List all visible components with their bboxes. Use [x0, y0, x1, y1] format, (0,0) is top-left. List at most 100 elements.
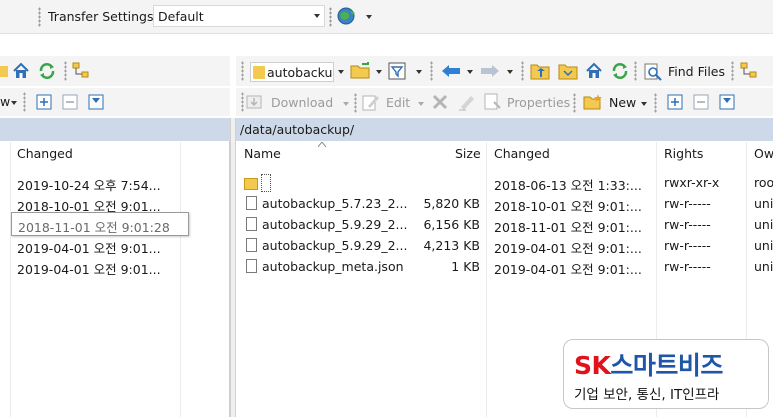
new-icon[interactable]	[583, 93, 603, 111]
row-name: autobackup_meta.json	[262, 259, 404, 274]
plus-box-icon[interactable]	[667, 94, 683, 110]
remote-column-name[interactable]: Name	[244, 146, 281, 168]
watermark-brand-sk: SK	[574, 351, 611, 380]
remote-column-size[interactable]: Size	[455, 146, 481, 168]
download-icon[interactable]	[246, 93, 266, 111]
transfer-settings-select[interactable]: Default	[153, 5, 325, 27]
tree-icon[interactable]	[72, 62, 90, 80]
delete-icon[interactable]	[432, 94, 448, 110]
transfer-settings-value: Default	[158, 9, 204, 24]
row-changed: 2018-06-13 오전 1:33:...	[494, 178, 642, 193]
file-icon	[246, 259, 257, 273]
home-icon[interactable]	[12, 62, 30, 80]
row-owner: uni	[754, 196, 773, 211]
parent-dir-icon[interactable]	[530, 62, 550, 80]
find-files-button[interactable]: Find Files	[668, 64, 725, 79]
open-folder-icon[interactable]	[350, 62, 372, 80]
select-filter-icon[interactable]	[719, 94, 735, 110]
edit-button[interactable]: Edit	[386, 95, 410, 110]
toolbar-grip[interactable]	[329, 7, 332, 27]
row-rights: rw-r-----	[664, 196, 711, 211]
chevron-down-icon[interactable]	[641, 102, 647, 106]
back-arrow-icon[interactable]	[441, 64, 461, 78]
left-panel-toolbar	[0, 56, 230, 86]
row-changed: 2018-10-01 오전 9:01:...	[494, 199, 642, 214]
globe-icon[interactable]	[336, 6, 358, 26]
root-dir-icon[interactable]	[558, 62, 578, 80]
remote-path-label: /data/autobackup/	[240, 122, 355, 137]
chevron-down-icon[interactable]	[343, 102, 349, 106]
row-owner: uni	[754, 217, 773, 232]
row-rights: rwxr-xr-x	[664, 175, 720, 190]
remote-path-select[interactable]: autobacku	[250, 62, 334, 82]
download-button[interactable]: Download	[271, 95, 333, 110]
date-tooltip: 2018-11-01 오전 9:01:28	[11, 212, 189, 236]
sk-smartbiz-watermark: SK스마트비즈 기업 보안, 통신, IT인프라	[563, 339, 769, 409]
panel-gap	[0, 35, 773, 56]
rename-icon[interactable]	[458, 93, 476, 111]
chevron-down-icon[interactable]	[418, 102, 424, 106]
forward-arrow-icon[interactable]	[480, 64, 500, 78]
select-filter-icon[interactable]	[88, 94, 104, 110]
filter-icon[interactable]	[388, 62, 406, 80]
chevron-down-icon[interactable]	[376, 70, 382, 74]
remote-column-rights[interactable]: Rights	[664, 146, 703, 168]
folder-icon	[253, 66, 265, 79]
tooltip-text: 2018-11-01 오전 9:01:28	[18, 220, 170, 235]
column-separator[interactable]	[180, 142, 181, 417]
toolbar-separator	[23, 92, 26, 112]
chevron-down-icon[interactable]	[467, 70, 473, 74]
toolbar-grip[interactable]	[38, 7, 41, 27]
toolbar-separator	[354, 93, 357, 113]
properties-button[interactable]: Properties	[507, 95, 570, 110]
row-name: autobackup_5.9.29_2...	[262, 217, 408, 232]
remote-column-owner[interactable]: Ow	[754, 146, 773, 168]
row-changed: 2019-04-01 오전 9:01:...	[494, 241, 642, 256]
tree-icon[interactable]	[740, 62, 758, 80]
local-path-bar	[0, 118, 230, 141]
watermark-brand: SK스마트비즈	[574, 346, 723, 382]
row-size: 4,213 KB	[423, 238, 480, 253]
minus-box-icon[interactable]	[693, 94, 709, 110]
watermark-brand-rest: 스마트비즈	[610, 351, 723, 380]
view-menu-label[interactable]: w	[0, 94, 10, 109]
row-size: 5,820 KB	[423, 196, 480, 211]
toolbar-separator	[64, 61, 67, 81]
folder-icon[interactable]	[0, 63, 8, 79]
chevron-down-icon[interactable]	[366, 15, 372, 19]
refresh-icon[interactable]	[38, 62, 56, 80]
local-row-changed[interactable]: 2019-04-01 오전 9:01...	[17, 238, 161, 257]
row-name: autobackup_5.7.23_2...	[262, 196, 408, 211]
row-rights: rw-r-----	[664, 259, 711, 274]
toolbar-separator	[521, 61, 524, 81]
local-row-changed[interactable]: 2019-10-24 오후 7:54...	[17, 175, 161, 194]
refresh-icon[interactable]	[611, 62, 629, 80]
row-size: 6,156 KB	[423, 217, 480, 232]
toolbar-separator	[634, 61, 637, 81]
home-icon[interactable]	[585, 62, 603, 80]
sort-ascending-icon	[318, 142, 326, 147]
local-column-changed[interactable]: Changed	[17, 146, 73, 168]
chevron-down-icon[interactable]	[338, 70, 344, 74]
local-row-changed[interactable]: 2019-04-01 오전 9:01...	[17, 259, 161, 278]
minus-box-icon[interactable]	[62, 94, 78, 110]
row-size: 1 KB	[451, 259, 480, 274]
chevron-down-icon[interactable]	[11, 101, 17, 105]
row-name: autobackup_5.9.29_2...	[262, 238, 408, 253]
chevron-down-icon[interactable]	[416, 70, 422, 74]
chevron-down-icon[interactable]	[507, 70, 513, 74]
toolbar-separator	[241, 61, 244, 81]
properties-icon[interactable]	[484, 93, 502, 111]
find-files-icon[interactable]	[644, 63, 662, 81]
plus-box-icon[interactable]	[36, 94, 52, 110]
column-separator[interactable]	[10, 142, 11, 417]
toolbar-separator	[731, 61, 734, 81]
remote-column-changed[interactable]: Changed	[494, 146, 550, 168]
transfer-toolbar: Transfer Settings Default	[0, 0, 773, 34]
remote-path-bar: /data/autobackup/	[236, 118, 773, 141]
transfer-settings-label: Transfer Settings	[48, 9, 154, 24]
file-icon	[246, 217, 257, 231]
edit-icon[interactable]	[362, 93, 380, 111]
new-button[interactable]: New	[609, 95, 636, 110]
column-separator[interactable]	[486, 142, 487, 417]
